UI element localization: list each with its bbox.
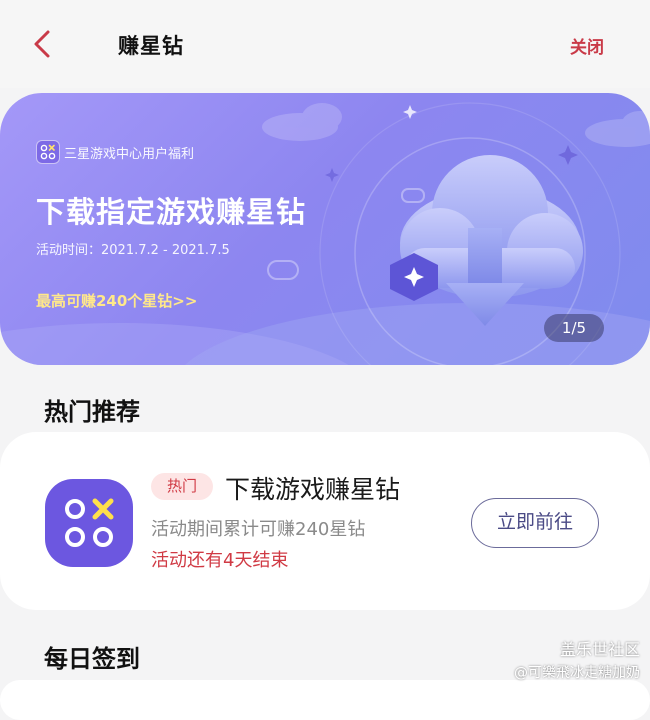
top-bar: 赚星钻 关闭 (0, 0, 650, 88)
watermark-community: 盖乐世社区 (559, 640, 640, 659)
banner-date: 活动时间：2021.7.2 - 2021.7.5 (36, 243, 230, 258)
go-now-button[interactable]: 立即前往 (471, 498, 599, 548)
cloud-download-icon (400, 155, 583, 326)
game-center-app-icon[interactable] (45, 479, 133, 567)
hot-recommendation-card[interactable]: 热门 下载游戏赚星钻 活动期间累计可赚240星钻 活动还有4天结束 立即前往 (0, 432, 650, 610)
close-button[interactable]: 关闭 (570, 33, 604, 58)
promo-banner[interactable]: 三星游戏中心用户福利 下载指定游戏赚星钻 活动时间：2021.7.2 - 202… (0, 93, 650, 365)
banner-brand-text: 三星游戏中心用户福利 (64, 147, 195, 162)
section-title-daily: 每日签到 (44, 645, 140, 673)
page-title: 赚星钻 (118, 34, 184, 58)
sparkle-icon (558, 145, 578, 165)
watermark-author: @可樂飛冰走糖加奶 (514, 665, 640, 681)
card-title: 下载游戏赚星钻 (225, 475, 401, 504)
game-center-logo-icon (36, 140, 60, 164)
section-title-hot: 热门推荐 (44, 398, 140, 426)
hot-badge: 热门 (151, 473, 213, 500)
banner-title: 下载指定游戏赚星钻 (36, 195, 307, 229)
daily-signin-card[interactable] (0, 680, 650, 720)
banner-pager: 1/5 (544, 314, 604, 342)
banner-promo-link[interactable]: 最高可赚240个星钻>> (36, 290, 197, 311)
chevron-left-icon (34, 30, 50, 58)
card-subtitle: 活动期间累计可赚240星钻 (151, 519, 366, 540)
back-button[interactable] (28, 26, 58, 62)
card-countdown: 活动还有4天结束 (151, 550, 289, 571)
